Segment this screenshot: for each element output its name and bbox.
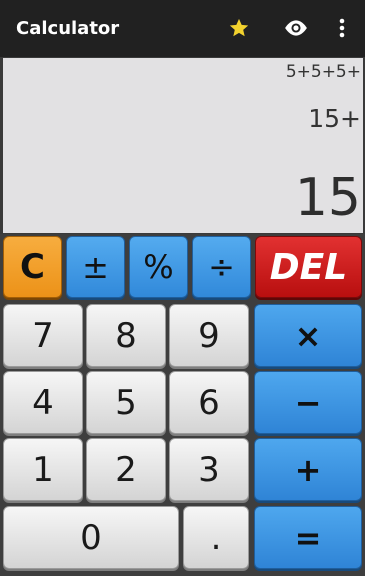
digit-2-button[interactable]: 2 (86, 438, 166, 501)
result-text: 15 (294, 168, 361, 228)
digit-3-button[interactable]: 3 (169, 438, 249, 501)
app-title: Calculator (16, 18, 120, 39)
clear-button[interactable]: C (3, 236, 62, 298)
delete-button[interactable]: DEL (255, 236, 362, 298)
eye-icon[interactable] (282, 14, 310, 42)
expression-text: 15+ (308, 104, 361, 133)
equals-button[interactable]: = (254, 506, 362, 569)
plus-minus-button[interactable]: ± (66, 236, 125, 298)
calculator-display: 5+5+5+ 15+ 15 (3, 58, 363, 233)
digit-6-button[interactable]: 6 (169, 371, 249, 434)
percent-button[interactable]: % (129, 236, 188, 298)
digit-1-button[interactable]: 1 (3, 438, 83, 501)
decimal-button[interactable]: . (183, 506, 249, 569)
minus-button[interactable]: − (254, 371, 362, 434)
multiply-button[interactable]: × (254, 304, 362, 367)
more-vert-icon[interactable] (328, 14, 356, 42)
digit-7-button[interactable]: 7 (3, 304, 83, 367)
digit-4-button[interactable]: 4 (3, 371, 83, 434)
digit-5-button[interactable]: 5 (86, 371, 166, 434)
plus-button[interactable]: + (254, 438, 362, 501)
history-text: 5+5+5+ (285, 62, 361, 82)
star-icon[interactable] (225, 14, 253, 42)
app-bar: Calculator (0, 0, 365, 57)
keypad: C ± % ÷ DEL 7 8 9 × 4 5 6 − 1 2 3 + 0 . … (0, 234, 365, 576)
calculator-app: Calculator 5+5+5+ 15+ 15 C ± % ÷ DEL 7 8… (0, 0, 365, 576)
digit-8-button[interactable]: 8 (86, 304, 166, 367)
divide-button[interactable]: ÷ (192, 236, 251, 298)
digit-0-button[interactable]: 0 (3, 506, 179, 569)
digit-9-button[interactable]: 9 (169, 304, 249, 367)
